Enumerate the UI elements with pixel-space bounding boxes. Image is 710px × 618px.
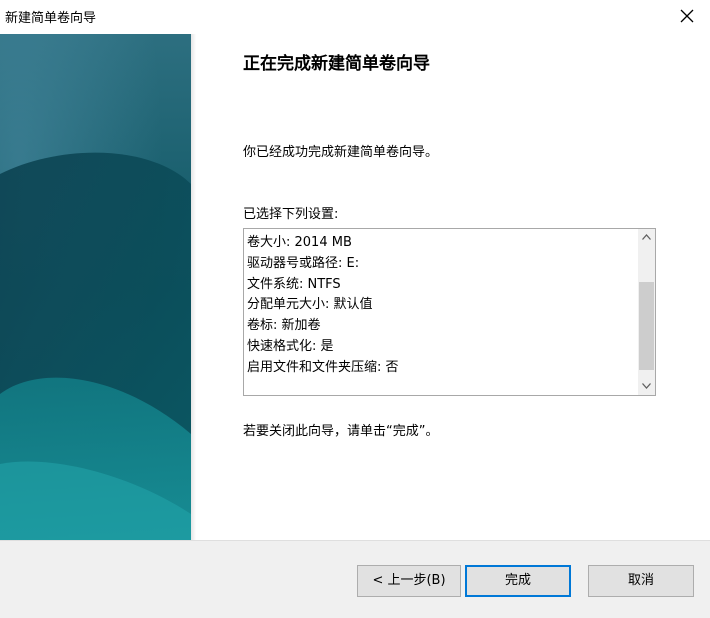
wizard-content: 正在完成新建简单卷向导 你已经成功完成新建简单卷向导。 已选择下列设置: 卷大小… bbox=[196, 34, 710, 540]
title-bar: 新建简单卷向导 bbox=[0, 0, 710, 34]
wizard-window: 新建简单卷向导 正在完成新建简单卷向导 你已经成功完成新建简单卷向导。 已选择下… bbox=[0, 0, 710, 618]
scroll-up-button[interactable] bbox=[638, 229, 655, 246]
setting-volume-size: 卷大小: 2014 MB bbox=[247, 235, 352, 250]
window-title: 新建简单卷向导 bbox=[5, 11, 97, 26]
button-bar: < 上一步(B) 完成 取消 bbox=[0, 540, 710, 618]
wizard-banner bbox=[0, 34, 191, 540]
setting-volume-label: 卷标: 新加卷 bbox=[247, 318, 321, 334]
vertical-scrollbar[interactable] bbox=[638, 229, 655, 395]
cancel-button[interactable]: 取消 bbox=[588, 565, 694, 597]
scroll-thumb[interactable] bbox=[639, 282, 654, 370]
setting-file-system: 文件系统: NTFS bbox=[247, 276, 341, 292]
setting-allocation-unit: 分配单元大小: 默认值 bbox=[247, 297, 373, 313]
banner-graphic bbox=[0, 34, 191, 540]
scroll-down-button[interactable] bbox=[638, 378, 655, 395]
back-button[interactable]: < 上一步(B) bbox=[357, 565, 461, 597]
close-button[interactable] bbox=[664, 0, 710, 34]
setting-drive-letter: 驱动器号或路径: E: bbox=[247, 255, 360, 271]
close-hint: 若要关闭此向导，请单击“完成”。 bbox=[243, 424, 439, 439]
settings-label: 已选择下列设置: bbox=[243, 207, 339, 222]
settings-list-box[interactable]: 卷大小: 2014 MB 驱动器号或路径: E: 文件系统: NTFS 分配单元… bbox=[243, 228, 656, 396]
settings-list: 卷大小: 2014 MB 驱动器号或路径: E: 文件系统: NTFS 分配单元… bbox=[247, 233, 399, 379]
chevron-down-icon bbox=[642, 383, 651, 389]
finish-button[interactable]: 完成 bbox=[465, 565, 571, 597]
setting-quick-format: 快速格式化: 是 bbox=[247, 338, 334, 354]
chevron-up-icon bbox=[642, 234, 651, 240]
page-title: 正在完成新建简单卷向导 bbox=[243, 54, 430, 74]
close-icon bbox=[680, 9, 694, 23]
setting-compression: 启用文件和文件夹压缩: 否 bbox=[247, 359, 399, 375]
completed-message: 你已经成功完成新建简单卷向导。 bbox=[243, 145, 439, 160]
